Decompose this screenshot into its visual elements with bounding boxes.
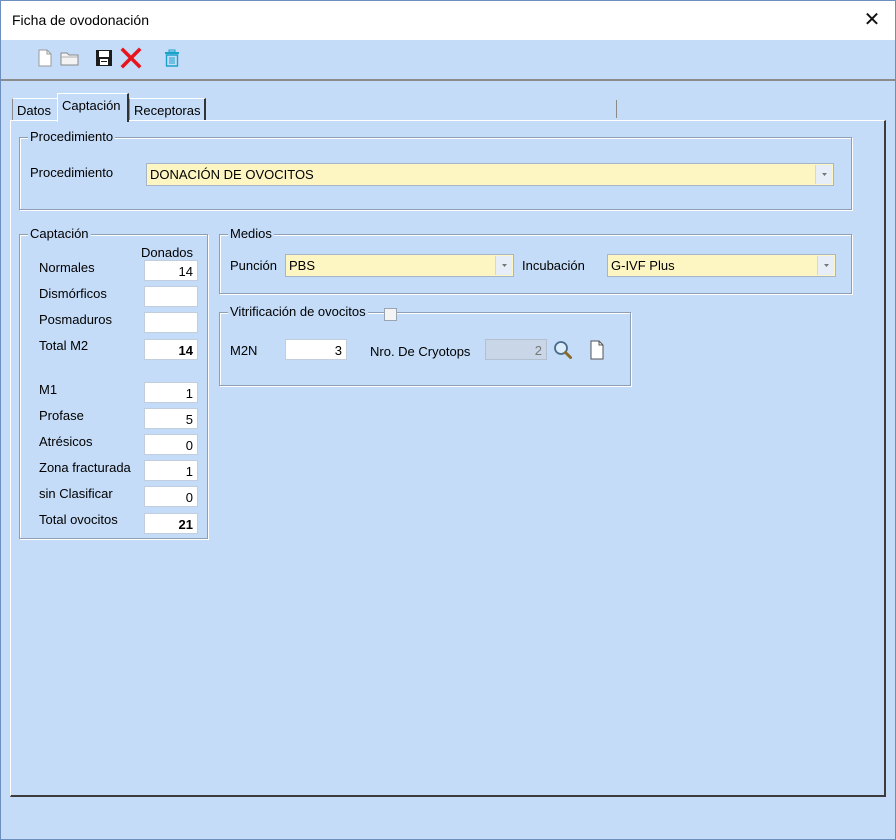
zona-fracturada-label: Zona fracturada: [39, 460, 131, 475]
chevron-down-icon[interactable]: [817, 256, 834, 275]
chevron-down-icon[interactable]: [815, 165, 832, 184]
procedimiento-value: DONACIÓN DE OVOCITOS: [150, 167, 314, 182]
vitrificacion-checkbox[interactable]: [384, 308, 397, 321]
atresicos-input[interactable]: 0: [144, 434, 198, 455]
open-folder-icon[interactable]: [59, 47, 81, 69]
captacion-group: Captación Donados Normales 14 Dismórfico…: [19, 226, 208, 539]
donados-column-header: Donados: [141, 245, 194, 260]
posmaduros-input[interactable]: [144, 312, 198, 333]
delete-icon[interactable]: [120, 47, 142, 69]
m2n-label: M2N: [230, 343, 258, 358]
title-bar: Ficha de ovodonación ✕: [1, 1, 895, 40]
posmaduros-label: Posmaduros: [39, 312, 112, 327]
captacion-group-title: Captación: [28, 226, 91, 241]
tab-datos[interactable]: Datos: [12, 98, 57, 120]
m2n-input[interactable]: 3: [285, 339, 347, 360]
chevron-down-icon[interactable]: [495, 256, 512, 275]
zona-fracturada-input[interactable]: 1: [144, 460, 198, 481]
search-icon[interactable]: [552, 339, 574, 361]
normales-input[interactable]: 14: [144, 260, 198, 281]
trash-icon[interactable]: [161, 47, 183, 69]
dismorficos-label: Dismórficos: [39, 286, 107, 301]
m1-label: M1: [39, 382, 58, 397]
incubacion-select[interactable]: G-IVF Plus: [607, 254, 836, 277]
incubacion-label: Incubación: [522, 258, 585, 273]
cryotops-input: 2: [485, 339, 547, 360]
tab-captacion[interactable]: Captación: [57, 93, 129, 122]
m1-input[interactable]: 1: [144, 382, 198, 403]
puncion-value: PBS: [289, 258, 316, 273]
new-document-icon[interactable]: [586, 339, 608, 361]
total-ovocitos-value: 21: [144, 513, 198, 534]
profase-label: Profase: [39, 408, 84, 423]
atresicos-label: Atrésicos: [39, 434, 93, 449]
medios-group: Medios Punción PBS Incubación G-IVF Plus: [219, 226, 852, 294]
new-document-icon[interactable]: [34, 47, 56, 69]
dismorficos-input[interactable]: [144, 286, 198, 307]
procedimiento-select[interactable]: DONACIÓN DE OVOCITOS: [146, 163, 834, 186]
medios-group-title: Medios: [228, 226, 274, 241]
tab-page-captacion: Procedimiento Procedimiento DONACIÓN DE …: [10, 120, 886, 797]
toolbar: [1, 40, 895, 81]
cryotops-label: Nro. De Cryotops: [370, 344, 471, 359]
total-m2-label: Total M2: [39, 338, 89, 353]
sin-clasificar-label: sin Clasificar: [39, 486, 113, 501]
vitrificacion-group-title: Vitrificación de ovocitos: [228, 304, 368, 319]
save-icon[interactable]: [93, 47, 115, 69]
tabbar-divider: [616, 100, 617, 118]
normales-label: Normales: [39, 260, 95, 275]
incubacion-value: G-IVF Plus: [611, 258, 675, 273]
total-m2-value: 14: [144, 339, 198, 360]
puncion-select[interactable]: PBS: [285, 254, 514, 277]
close-button[interactable]: ✕: [849, 1, 895, 39]
window: Ficha de ovodonación ✕ Datos Captación R…: [0, 0, 896, 840]
profase-input[interactable]: 5: [144, 408, 198, 429]
vitrificacion-group: Vitrificación de ovocitos M2N 3 Nro. De …: [219, 304, 631, 386]
sin-clasificar-input[interactable]: 0: [144, 486, 198, 507]
total-ovocitos-label: Total ovocitos: [39, 512, 118, 527]
tab-receptoras[interactable]: Receptoras: [129, 98, 206, 120]
procedimiento-group: Procedimiento Procedimiento DONACIÓN DE …: [19, 129, 852, 210]
window-title: Ficha de ovodonación: [12, 12, 149, 28]
procedimiento-group-title: Procedimiento: [28, 129, 116, 144]
puncion-label: Punción: [230, 258, 277, 273]
procedimiento-label: Procedimiento: [30, 165, 114, 180]
